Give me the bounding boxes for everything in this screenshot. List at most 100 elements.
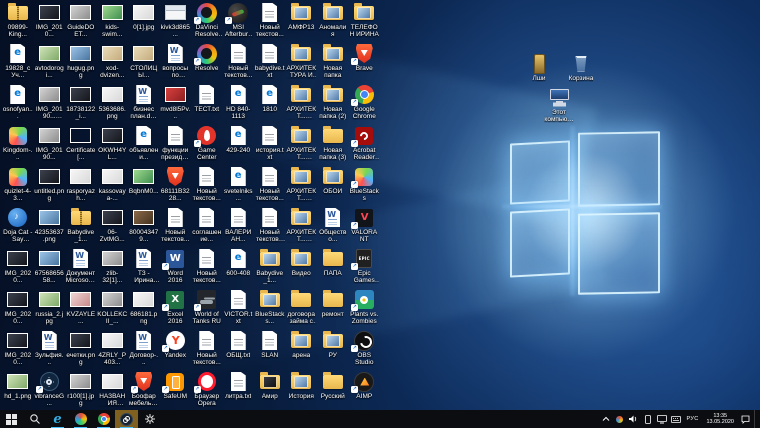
desktop-icon[interactable]: hugug.png xyxy=(65,42,97,83)
desktop-icon[interactable]: ↗ Браузер Opera xyxy=(191,370,223,411)
desktop-icon[interactable]: IMG_2020... xyxy=(2,329,34,370)
desktop-icon[interactable]: Договор-... xyxy=(128,329,160,370)
desktop-icon[interactable]: функции президент... xyxy=(160,124,192,165)
chevron-up-icon[interactable] xyxy=(601,410,611,428)
keyboard-icon[interactable] xyxy=(670,410,681,428)
desktop-icon[interactable]: ечетки.png xyxy=(65,329,97,370)
desktop-icon[interactable]: ↗ AIMP xyxy=(349,370,381,411)
desktop-icon[interactable]: Новый текстов... xyxy=(254,165,286,206)
desktop-icon[interactable]: ↗ World of Tanks RU xyxy=(191,288,223,329)
desktop-icon[interactable]: АРХИТЕКТУРА И СКУЛЬП... xyxy=(286,42,318,83)
desktop-icon[interactable]: 68111B3228... xyxy=(160,165,192,206)
desktop-icon[interactable]: ↗Excel 2016 xyxy=(160,288,192,329)
action-center-icon[interactable] xyxy=(740,410,750,428)
desktop-icon[interactable]: Лши xyxy=(518,52,560,82)
desktop-icon[interactable]: 06-ZvtMG... xyxy=(97,206,129,247)
desktop-icon[interactable]: SLAN xyxy=(254,329,286,370)
desktop-icon[interactable]: IMG_2010... xyxy=(34,1,66,42)
desktop-icon[interactable]: Новая папка (3) xyxy=(317,124,349,165)
desktop-icon[interactable]: ↗Yandex xyxy=(160,329,192,370)
desktop-icon[interactable]: ВАЛЕРИАН... xyxy=(223,206,255,247)
desktop-icon[interactable]: IMG_2020... xyxy=(2,247,34,288)
desktop-icon[interactable]: ↗ BlueStacks xyxy=(349,165,381,206)
desktop-icon[interactable]: GuideDOET... xyxy=(65,1,97,42)
desktop-icon[interactable]: Новый текстов... xyxy=(191,329,223,370)
desktop-icon[interactable]: Babydive_1... xyxy=(65,206,97,247)
desktop-icon[interactable]: литра.txt xyxy=(223,370,255,411)
desktop-icon[interactable]: Новая папка xyxy=(317,42,349,83)
desktop-icon[interactable]: rasporyazh... xyxy=(65,165,97,206)
desktop-icon[interactable]: Новый текстов... xyxy=(223,42,255,83)
desktop-icon[interactable]: Новый текстов... xyxy=(254,1,286,42)
desktop-icon[interactable]: 42353637.png xyxy=(34,206,66,247)
desktop-icon[interactable]: ↗Epic Games Launcher xyxy=(349,247,381,288)
desktop-icon[interactable]: 1810 xyxy=(254,83,286,124)
desktop-icon[interactable]: r100[1].jpg xyxy=(65,370,97,411)
desktop-icon[interactable]: Новый текстов... xyxy=(191,165,223,206)
language-indicator[interactable]: РУС xyxy=(685,416,701,422)
desktop-icon[interactable]: объявлени... xyxy=(128,124,160,165)
desktop-icon[interactable]: НАЗВАНИЯ РОССИИ1.jpg xyxy=(97,370,129,411)
desktop-icon[interactable]: ↗VALORANT xyxy=(349,206,381,247)
desktop-icon[interactable]: АМФР13 xyxy=(286,1,318,42)
desktop-icon[interactable]: СТОЛИЦЫ... xyxy=(128,42,160,83)
start-taskbar-button[interactable] xyxy=(0,410,23,428)
desktop-icon[interactable]: IMG_20190... (1).jpg xyxy=(34,83,66,124)
desktop-icon[interactable]: osnofyan... xyxy=(2,83,34,124)
desktop-icon[interactable]: KVZAYLE... xyxy=(65,288,97,329)
desktop-icon[interactable]: Аномалия xyxy=(317,1,349,42)
desktop-icon[interactable]: ↗ Brave xyxy=(349,42,381,83)
desktop-icon[interactable]: IMG_20190... xyxy=(34,124,66,165)
desktop-icon[interactable]: KOLLEKCII_... xyxy=(97,288,129,329)
desktop-icon[interactable]: HD 840-1113 xyxy=(223,83,255,124)
chrome-taskbar-button[interactable] xyxy=(92,410,115,428)
desktop-icon[interactable]: Видео xyxy=(286,247,318,288)
desktop-icon[interactable]: Корзина xyxy=(560,52,602,82)
desktop-icon[interactable]: Certificate[... xyxy=(65,124,97,165)
desktop-icon[interactable]: соглашение... xyxy=(191,206,223,247)
color-ball-taskbar-button[interactable] xyxy=(69,410,92,428)
desktop-icon[interactable]: Общество... xyxy=(317,206,349,247)
desktop-icon[interactable]: 429-240 xyxy=(223,124,255,165)
desktop-icon[interactable]: 5363686.png xyxy=(97,83,129,124)
desktop-icon[interactable]: 09899-King... xyxy=(2,1,34,42)
desktop-icon[interactable]: Babydive_1... xyxy=(254,247,286,288)
desktop-icon[interactable]: kassovaya-... xyxy=(97,165,129,206)
desktop-icon[interactable]: Русский xyxy=(317,370,349,411)
desktop-icon[interactable]: АРХИТЕКТ... СКУЛЬПТУ... xyxy=(286,206,318,247)
phone-icon[interactable] xyxy=(643,410,653,428)
desktop-icon[interactable]: Документ Microsoft... xyxy=(65,247,97,288)
desktop-icon[interactable]: ↗ Game Center xyxy=(191,124,223,165)
volume-icon[interactable] xyxy=(629,410,639,428)
desktop-icon[interactable]: ↗Word 2016 xyxy=(160,247,192,288)
desktop-icon[interactable]: арена xyxy=(286,329,318,370)
desktop-icon[interactable]: Новый текстовый... xyxy=(254,206,286,247)
desktop-icon[interactable]: russia_2.jpg xyxy=(34,288,66,329)
desktop-icon[interactable]: 686181.png xyxy=(128,288,160,329)
desktop-icon[interactable]: ТЕСТ.txt xyxy=(191,83,223,124)
desktop-icon[interactable]: договора займа с о... xyxy=(286,288,318,329)
desktop-icon[interactable]: РУ xyxy=(317,329,349,370)
tray-color-ball-icon[interactable] xyxy=(615,410,625,428)
desktop-icon[interactable]: 600-408 xyxy=(223,247,255,288)
desktop-icon[interactable]: ↗ Resolve xyxy=(191,42,223,83)
desktop-icon[interactable]: xod-dvizen... xyxy=(97,42,129,83)
search-taskbar-button[interactable] xyxy=(23,410,46,428)
desktop-icon[interactable]: ОБЩ.txt xyxy=(223,329,255,370)
desktop-icon[interactable]: untitled.png xyxy=(34,165,66,206)
desktop-icon[interactable]: 4ZRLY_P403... xyxy=(97,329,129,370)
desktop-icon[interactable]: ↗Боофар мебельн... xyxy=(128,370,160,411)
desktop-icon[interactable]: 19828_с Уч... xyxy=(2,42,34,83)
desktop-icon[interactable]: VICTOR.txt xyxy=(223,288,255,329)
desktop-icon[interactable]: ↗Acrobat Reader DC xyxy=(349,124,381,165)
desktop-icon[interactable]: zlib-32[1]... xyxy=(97,247,129,288)
show-desktop-button[interactable] xyxy=(754,410,758,428)
desktop-icon[interactable]: бизнес план.docx xyxy=(128,83,160,124)
desktop-icon[interactable]: Новая папка (2) xyxy=(317,83,349,124)
desktop-icon[interactable]: ТЕЛЕФОН ИРИНА xyxy=(349,1,381,42)
desktop-icon[interactable]: Doja Cat - Say So.mp3 xyxy=(2,206,34,247)
desktop-icon[interactable]: Kingdom-... xyxy=(2,124,34,165)
desktop-icon[interactable]: 6756865658... xyxy=(34,247,66,288)
desktop-icon[interactable]: АРХИТЕКТ... РОССИИ И... xyxy=(286,83,318,124)
desktop-icon[interactable]: hd_1.png xyxy=(2,370,34,411)
